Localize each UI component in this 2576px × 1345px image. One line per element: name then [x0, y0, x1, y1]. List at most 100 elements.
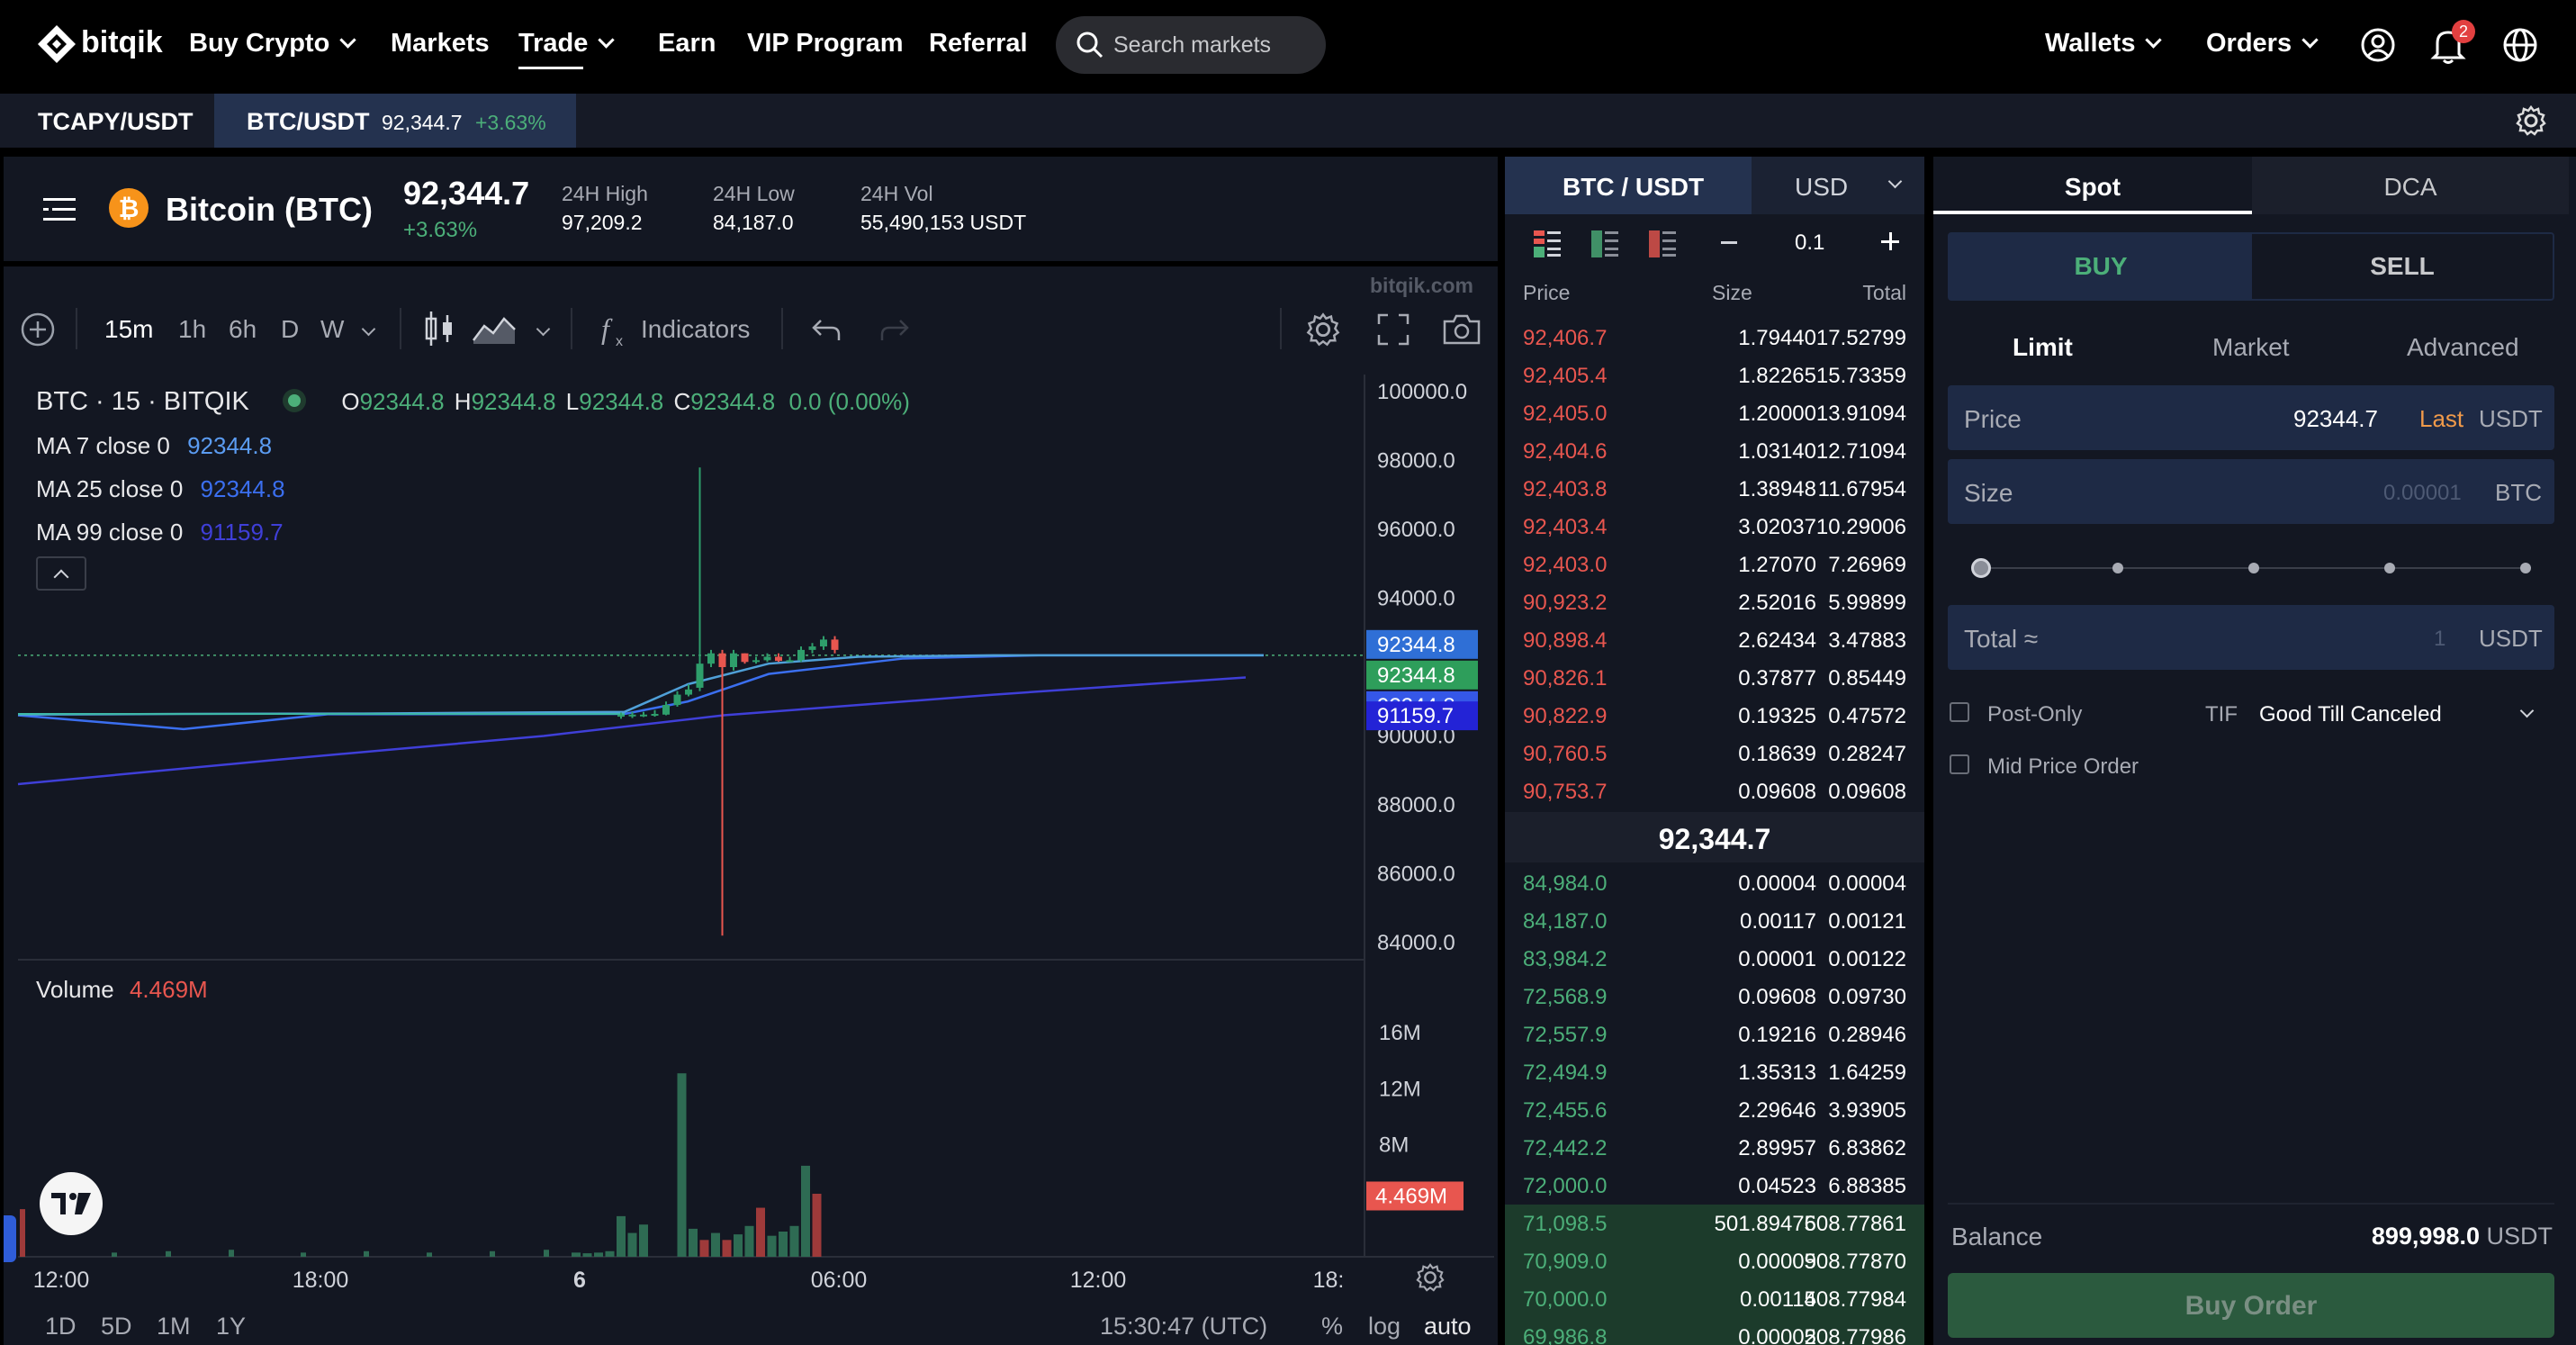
sell-tab[interactable]: SELL	[2252, 234, 2553, 299]
interval-15m[interactable]: 15m	[104, 315, 153, 344]
buy-order-button[interactable]: Buy Order	[1948, 1273, 2554, 1338]
ask-row[interactable]: 90,826.1 0.37877 0.85449	[1505, 659, 1924, 697]
collapse-legend-button[interactable]	[36, 556, 86, 591]
ask-row[interactable]: 92,403.0 1.27070 7.26969	[1505, 546, 1924, 583]
tradingview-logo[interactable]	[40, 1172, 103, 1235]
bid-row[interactable]: 69,986.8 0.00002 508.77986	[1505, 1318, 1924, 1345]
log-toggle[interactable]: log	[1368, 1313, 1401, 1340]
function-icon[interactable]: f x	[599, 311, 630, 349]
settings-gear-icon[interactable]	[2515, 104, 2547, 137]
size-input-placeholder[interactable]: 0.00001	[2383, 481, 2462, 506]
percent-toggle[interactable]: %	[1321, 1313, 1343, 1340]
auto-toggle[interactable]: auto	[1424, 1313, 1472, 1340]
total-input-placeholder[interactable]: 1	[2434, 627, 2445, 652]
area-chart-icon[interactable]	[472, 313, 517, 346]
view-bids-icon[interactable]	[1591, 230, 1618, 257]
orderbook-pair-tab[interactable]: BTC / USDT	[1505, 157, 1752, 214]
tif-select[interactable]: Good Till Canceled	[2259, 697, 2547, 733]
ticker-tab-btc[interactable]: BTC/USDT 92,344.7 +3.63%	[214, 94, 576, 148]
bid-row[interactable]: 72,568.9 0.09608 0.09730	[1505, 978, 1924, 1016]
ask-row[interactable]: 90,923.2 2.52016 5.99899	[1505, 583, 1924, 621]
interval-6h[interactable]: 6h	[229, 315, 257, 344]
price-chart[interactable]: 100000.0 98000.0 96000.0 94000.0 90000.0 8800…	[4, 266, 1494, 1345]
bid-row[interactable]: 71,098.5 501.89476 508.77861	[1505, 1205, 1924, 1242]
price-field[interactable]: Price 92344.7 Last USDT	[1948, 385, 2554, 450]
nav-buy-crypto[interactable]: Buy Crypto	[189, 29, 356, 59]
order-type-limit[interactable]: Limit	[2013, 333, 2073, 362]
ask-row[interactable]: 90,753.7 0.09608 0.09608	[1505, 772, 1924, 810]
ask-row[interactable]: 92,405.4 1.82265 15.73359	[1505, 357, 1924, 394]
ask-row[interactable]: 92,404.6 1.03140 12.71094	[1505, 432, 1924, 470]
globe-icon[interactable]	[2502, 27, 2538, 63]
nav-earn[interactable]: Earn	[658, 29, 716, 59]
bid-row[interactable]: 70,000.0 0.00114 508.77984	[1505, 1280, 1924, 1318]
nav-referral[interactable]: Referral	[929, 29, 1028, 59]
user-icon[interactable]	[2360, 27, 2396, 63]
total-field[interactable]: Total ≈ 1 USDT	[1948, 605, 2554, 670]
chart-type-dropdown-icon[interactable]	[536, 321, 551, 337]
chart-settings-icon[interactable]	[1305, 311, 1341, 348]
search-box[interactable]: Search markets	[1056, 16, 1326, 74]
ask-row[interactable]: 90,898.4 2.62434 3.47883	[1505, 621, 1924, 659]
bid-row[interactable]: 72,455.6 2.29646 3.93905	[1505, 1091, 1924, 1129]
nav-markets[interactable]: Markets	[391, 29, 490, 59]
ask-row[interactable]: 92,403.4 3.02037 10.29006	[1505, 508, 1924, 546]
time-axis-settings-icon[interactable]	[1415, 1262, 1446, 1293]
range-5d[interactable]: 5D	[101, 1313, 132, 1340]
range-1y[interactable]: 1Y	[216, 1313, 246, 1340]
slider-mark-100[interactable]	[2520, 563, 2531, 573]
ask-row[interactable]: 92,406.7 1.79440 17.52799	[1505, 319, 1924, 357]
bid-row[interactable]: 72,000.0 0.04523 6.88385	[1505, 1167, 1924, 1205]
indicators-button[interactable]: Indicators	[641, 315, 750, 344]
slider-mark-75[interactable]	[2384, 563, 2395, 573]
size-field[interactable]: Size 0.00001 BTC	[1948, 459, 2554, 524]
fullscreen-icon[interactable]	[1377, 313, 1410, 346]
ask-row[interactable]: 90,760.5 0.18639 0.28247	[1505, 735, 1924, 772]
ask-row[interactable]: 90,822.9 0.19325 0.47572	[1505, 697, 1924, 735]
step-increase-button[interactable]	[1881, 232, 1901, 252]
camera-icon[interactable]	[1442, 313, 1482, 346]
slider-mark-50[interactable]	[2248, 563, 2259, 573]
ask-row[interactable]: 92,405.0 1.20000 13.91094	[1505, 394, 1924, 432]
tab-spot[interactable]: Spot	[1933, 157, 2252, 214]
range-1m[interactable]: 1M	[157, 1313, 191, 1340]
tab-dca[interactable]: DCA	[2252, 157, 2569, 214]
add-icon[interactable]	[20, 311, 56, 348]
nav-wallets[interactable]: Wallets	[2045, 29, 2163, 59]
ask-row[interactable]: 92,403.8 1.38948 11.67954	[1505, 470, 1924, 508]
bid-row[interactable]: 72,494.9 1.35313 1.64259	[1505, 1053, 1924, 1091]
menu-icon[interactable]	[43, 196, 76, 223]
left-panel-handle[interactable]	[4, 1215, 16, 1262]
step-decrease-button[interactable]	[1721, 241, 1737, 244]
bid-row[interactable]: 70,909.0 0.00009 508.77870	[1505, 1242, 1924, 1280]
view-both-icon[interactable]	[1534, 230, 1561, 257]
post-only-checkbox[interactable]	[1950, 702, 1969, 722]
interval-1h[interactable]: 1h	[178, 315, 206, 344]
nav-trade[interactable]: Trade	[518, 29, 616, 69]
range-1d[interactable]: 1D	[45, 1313, 77, 1340]
logo[interactable]: bitqik	[36, 22, 163, 67]
nav-orders[interactable]: Orders	[2206, 29, 2319, 59]
bid-row[interactable]: 84,984.0 0.00004 0.00004	[1505, 864, 1924, 902]
price-input-value[interactable]: 92344.7	[2293, 405, 2378, 433]
interval-w[interactable]: W	[320, 315, 344, 344]
mid-price-row[interactable]: 92,344.7	[1505, 812, 1924, 862]
redo-icon[interactable]	[878, 317, 911, 344]
buy-tab[interactable]: BUY	[1950, 234, 2252, 299]
last-price-button[interactable]: Last	[2419, 405, 2463, 433]
orderbook-currency-select[interactable]: USD	[1752, 157, 1924, 214]
interval-d[interactable]: D	[281, 315, 299, 344]
candle-type-icon[interactable]	[423, 310, 455, 348]
bid-row[interactable]: 72,557.9 0.19216 0.28946	[1505, 1016, 1924, 1053]
slider-handle[interactable]	[1971, 558, 1991, 578]
order-type-advanced[interactable]: Advanced	[2407, 333, 2519, 362]
bid-row[interactable]: 83,984.2 0.00001 0.00122	[1505, 940, 1924, 978]
size-slider[interactable]	[1971, 555, 2531, 582]
slider-mark-25[interactable]	[2112, 563, 2123, 573]
order-type-market[interactable]: Market	[2212, 333, 2290, 362]
view-asks-icon[interactable]	[1649, 230, 1676, 257]
interval-dropdown-icon[interactable]	[361, 321, 376, 337]
nav-vip-program[interactable]: VIP Program	[747, 29, 904, 59]
undo-icon[interactable]	[810, 317, 842, 344]
bid-row[interactable]: 72,442.2 2.89957 6.83862	[1505, 1129, 1924, 1167]
